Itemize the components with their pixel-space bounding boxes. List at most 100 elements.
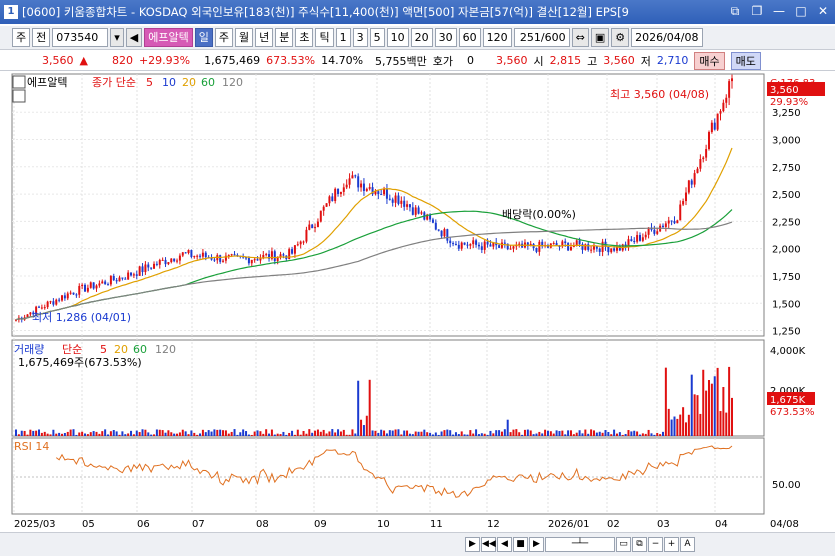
interval-button-3[interactable]: 3 [352, 28, 368, 47]
volume-bar [259, 431, 262, 436]
data-count-input[interactable]: 251/600 [513, 28, 570, 47]
tab-period-month[interactable]: 월 [234, 28, 254, 47]
font-icon[interactable]: A [680, 537, 695, 552]
x-axis: 2025/03 05 06 07 08 09 10 11 12 2026/01 02 03 04 04/0… [14, 519, 799, 530]
period-select[interactable]: 전 [32, 28, 51, 47]
candle-body [731, 78, 733, 82]
tab-period-year[interactable]: 년 [255, 28, 274, 47]
candle-body [308, 224, 311, 230]
candle-body [682, 201, 685, 205]
zoom-in-icon[interactable]: + [664, 537, 679, 552]
candle-body [420, 212, 423, 214]
volume-bar [728, 366, 731, 436]
candle-body [667, 220, 670, 224]
sell-button[interactable]: 매도 [730, 51, 761, 70]
save-icon[interactable]: ▣ [590, 28, 610, 47]
candle-body [661, 225, 664, 227]
candle-body [633, 240, 636, 242]
candle-body [46, 301, 49, 308]
candle-body [293, 245, 296, 254]
candle-body [339, 191, 342, 194]
volume-bar [414, 431, 417, 436]
buy-button[interactable]: 매수 [694, 51, 725, 70]
stock-name-label[interactable]: 에프알텍 [144, 28, 193, 47]
volume-bar [201, 429, 204, 436]
copy-chart-icon[interactable]: ⧉ [632, 537, 647, 552]
volume-bar [469, 430, 472, 436]
volume-bar [153, 434, 156, 436]
scroll-start-icon[interactable]: ◀◀ [481, 537, 496, 552]
volume-bar [673, 416, 676, 436]
volume-bar [472, 433, 475, 436]
volume-bar [529, 430, 532, 436]
tab-period-minute[interactable]: 분 [275, 28, 294, 47]
sound-icon[interactable]: ◀ [125, 28, 143, 47]
interval-button-30[interactable]: 30 [434, 28, 457, 47]
interval-button-10[interactable]: 10 [386, 28, 409, 47]
interval-button-120[interactable]: 120 [482, 28, 512, 47]
close-icon[interactable]: ✕ [815, 3, 831, 19]
volume-bar [66, 431, 69, 436]
date-input[interactable]: 2026/04/08 [631, 28, 703, 47]
volume-bar [164, 432, 167, 436]
volume-bar [167, 430, 170, 436]
volume-bar [20, 430, 23, 436]
restore-icon[interactable]: ❐ [749, 3, 765, 19]
volume-bar [535, 433, 538, 436]
volume-bar [35, 430, 38, 436]
volume-bar [394, 429, 397, 436]
volume-bar [443, 430, 446, 436]
volume-bar [227, 433, 230, 436]
volume-bar [713, 376, 716, 436]
volume-bar [124, 434, 127, 436]
volume-bar [210, 431, 213, 436]
tab-period-second[interactable]: 초 [295, 28, 314, 47]
tab-period-week[interactable]: 주 [214, 28, 233, 47]
candle-body [457, 244, 460, 249]
grid-toggle-icon[interactable] [12, 75, 26, 89]
candle-body [397, 195, 400, 204]
volume-bar [518, 432, 521, 436]
candle-body [500, 242, 503, 248]
x-tick-label: 07 [192, 519, 205, 530]
volume-bar [581, 433, 584, 436]
volume-bar [627, 430, 630, 436]
chart-canvas[interactable]: 에프알텍 종가 단순 5 10 20 60 120 최고 3,560 (04/0… [0, 72, 835, 532]
scroll-right-icon[interactable]: ▶ [465, 537, 480, 552]
play-icon[interactable]: ▶ [529, 537, 544, 552]
tab-period-tick[interactable]: 틱 [315, 28, 334, 47]
chart-area[interactable]: 에프알텍 종가 단순 5 10 20 60 120 최고 3,560 (04/0… [0, 72, 835, 532]
volume-bar [345, 434, 348, 436]
volume-bar [273, 434, 276, 436]
candle-body [101, 281, 104, 284]
chart-tool-icon[interactable]: ⇔ [571, 28, 589, 47]
volume-bar [526, 429, 529, 436]
interval-button-20[interactable]: 20 [410, 28, 433, 47]
zoom-out-icon[interactable]: − [648, 537, 663, 552]
candle-body [181, 252, 184, 256]
stock-code-input[interactable]: 073540 [52, 28, 109, 47]
volume-bar [32, 430, 35, 436]
table-icon[interactable] [12, 89, 26, 103]
low-label: 저 [640, 54, 651, 68]
copy-icon[interactable]: ⧉ [727, 3, 743, 19]
candle-body [388, 198, 391, 200]
maximize-icon[interactable]: □ [793, 3, 809, 19]
turnover-rate: 14.70% [321, 54, 364, 67]
tab-period-day[interactable]: 일 [194, 28, 213, 47]
zoom-slider[interactable]: ─┴─ [545, 537, 615, 552]
minimize-icon[interactable]: — [771, 3, 787, 19]
volume-bar [509, 432, 512, 436]
volume-bar [256, 430, 259, 436]
gear-icon[interactable]: ⚙ [611, 28, 630, 47]
volume-bar [647, 429, 650, 436]
search-icon[interactable]: ▾ [110, 28, 124, 47]
stop-icon[interactable]: ■ [513, 537, 528, 552]
type-select[interactable]: 주 [12, 28, 31, 47]
interval-button-5[interactable]: 5 [369, 28, 385, 47]
zoom-box-icon[interactable]: ▭ [616, 537, 631, 552]
scroll-back-icon[interactable]: ◀ [497, 537, 512, 552]
candle-body [702, 157, 705, 160]
interval-button-1[interactable]: 1 [335, 28, 351, 47]
interval-button-60[interactable]: 60 [458, 28, 481, 47]
